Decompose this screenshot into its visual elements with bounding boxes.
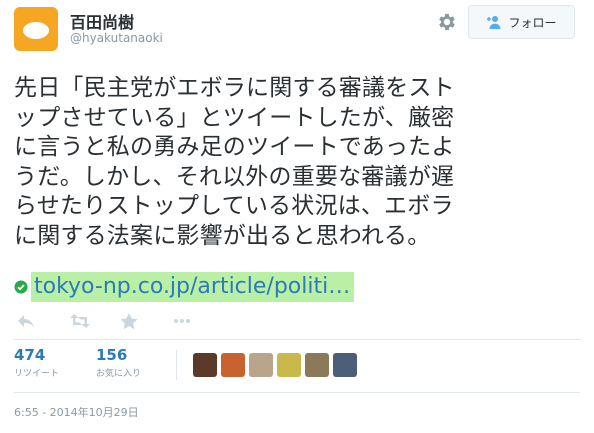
engager-avatar[interactable] [249, 353, 273, 377]
divider [14, 339, 580, 340]
retweet-stat[interactable]: 474 リツイート [14, 346, 59, 379]
verified-check-icon [14, 280, 28, 294]
favorite-label: お気に入り [96, 369, 142, 379]
tweet-text-line: に言うと私の勇み足のツイートであったよ [14, 134, 455, 160]
retweet-count: 474 [14, 346, 46, 364]
engager-avatar[interactable] [193, 353, 217, 377]
tweet-text-line: うだ。しかし、それ以外の重要な審議が遅 [14, 163, 455, 190]
author-handle[interactable]: @hyakutanaoki [70, 31, 163, 45]
tweet-timestamp[interactable]: 6:55 - 2014年10月29日 [14, 404, 139, 420]
tweet-text-line: ップさせている」とツイートしたが、厳密 [14, 104, 455, 131]
engager-avatar[interactable] [221, 353, 245, 377]
divider [14, 392, 580, 393]
author-display-name[interactable]: 百田尚樹 [70, 9, 134, 33]
follow-button-label: フォロー [508, 15, 557, 30]
retweet-label: リツイート [14, 369, 60, 379]
author-avatar[interactable] [14, 7, 58, 51]
reply-icon[interactable] [16, 312, 36, 330]
more-icon[interactable] [172, 312, 192, 330]
egg-shape [23, 22, 49, 39]
gear-icon[interactable] [436, 11, 458, 33]
tweet-card: 百田尚樹 @hyakutanaoki フォロー 先日「民主党がエボラに関する審議… [0, 0, 594, 433]
tweet-link-row: tokyo-np.co.jp/article/politi… [14, 272, 355, 302]
engager-avatars [193, 353, 357, 377]
stat-separator [176, 350, 177, 380]
tweet-text: 先日「民主党がエボラに関する審議をスト ップさせている」とツイートしたが、厳密 … [14, 74, 584, 251]
follow-person-icon [487, 16, 501, 29]
engager-avatar[interactable] [305, 353, 329, 377]
engager-avatar[interactable] [333, 353, 357, 377]
tweet-text-line: 先日「民主党がエボラに関する審議をスト [14, 75, 455, 101]
retweet-icon[interactable] [69, 312, 91, 330]
favorite-stat[interactable]: 156 お気に入り [96, 346, 141, 379]
favorite-star-icon[interactable] [119, 312, 139, 330]
engager-avatar[interactable] [277, 353, 301, 377]
favorite-count: 156 [96, 346, 128, 364]
tweet-link[interactable]: tokyo-np.co.jp/article/politi… [31, 272, 355, 302]
tweet-actions [16, 311, 192, 331]
tweet-text-line: に関する法案に影響が出ると思われる。 [14, 222, 431, 249]
tweet-text-line: らせたりストップしている状況は、エボラ [14, 193, 454, 219]
follow-button[interactable]: フォロー [468, 5, 575, 39]
